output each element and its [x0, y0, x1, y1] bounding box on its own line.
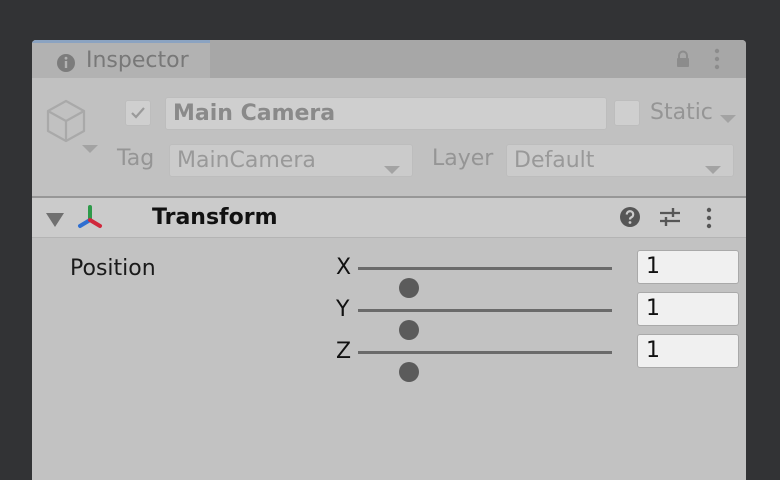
- info-icon: [56, 53, 76, 77]
- axis-label: Y: [336, 297, 350, 322]
- object-name-field[interactable]: Main Camera: [165, 97, 607, 130]
- position-y-field[interactable]: 1: [637, 292, 739, 326]
- axis-row-y: Y 1: [332, 290, 746, 340]
- tag-value: MainCamera: [177, 148, 316, 173]
- transform-axes-icon: [76, 204, 104, 236]
- axis-row-x: X 1: [332, 248, 746, 298]
- checkmark-icon: [131, 107, 145, 119]
- tab-label: Inspector: [86, 48, 189, 73]
- static-checkbox[interactable]: [614, 100, 640, 126]
- slider-track[interactable]: [358, 309, 612, 340]
- preset-sliders-icon[interactable]: [658, 206, 682, 232]
- position-z-field[interactable]: 1: [637, 334, 739, 368]
- lock-icon[interactable]: [674, 50, 692, 72]
- axis-label: Z: [336, 339, 352, 364]
- dropdown-arrow-icon: [384, 157, 400, 182]
- slider-track[interactable]: [358, 267, 612, 298]
- axis-row-z: Z 1: [332, 332, 746, 382]
- tab-bar: Inspector: [32, 40, 746, 78]
- kebab-menu-icon[interactable]: [712, 47, 722, 75]
- transform-body: Position X 1 Y 1 Z 1: [32, 238, 746, 480]
- layer-value: Default: [514, 148, 595, 173]
- static-dropdown-arrow-icon[interactable]: [720, 110, 736, 129]
- dropdown-arrow-icon: [705, 157, 721, 182]
- layer-label: Layer: [432, 146, 494, 171]
- tab-inspector[interactable]: Inspector: [32, 40, 210, 78]
- static-label: Static: [650, 100, 713, 125]
- axis-label: X: [336, 255, 352, 280]
- foldout-triangle-icon[interactable]: [46, 212, 64, 231]
- position-x-field[interactable]: 1: [637, 250, 739, 284]
- slider-track[interactable]: [358, 351, 612, 382]
- kebab-menu-icon[interactable]: [704, 206, 714, 234]
- tag-dropdown[interactable]: MainCamera: [169, 144, 413, 177]
- gameobject-header: Main Camera Static Tag MainCamera Layer …: [32, 78, 746, 198]
- slider-thumb[interactable]: [398, 362, 419, 382]
- position-label: Position: [70, 256, 156, 281]
- inspector-window: Inspector Main Camera Static Tag MainCam…: [32, 40, 746, 480]
- component-title: Transform: [152, 205, 278, 230]
- transform-component-header[interactable]: Transform: [32, 198, 746, 238]
- help-icon[interactable]: [619, 206, 641, 232]
- tag-label: Tag: [117, 146, 155, 171]
- layer-dropdown[interactable]: Default: [506, 144, 734, 177]
- dropdown-arrow-icon[interactable]: [82, 140, 98, 159]
- active-checkbox[interactable]: [125, 100, 151, 126]
